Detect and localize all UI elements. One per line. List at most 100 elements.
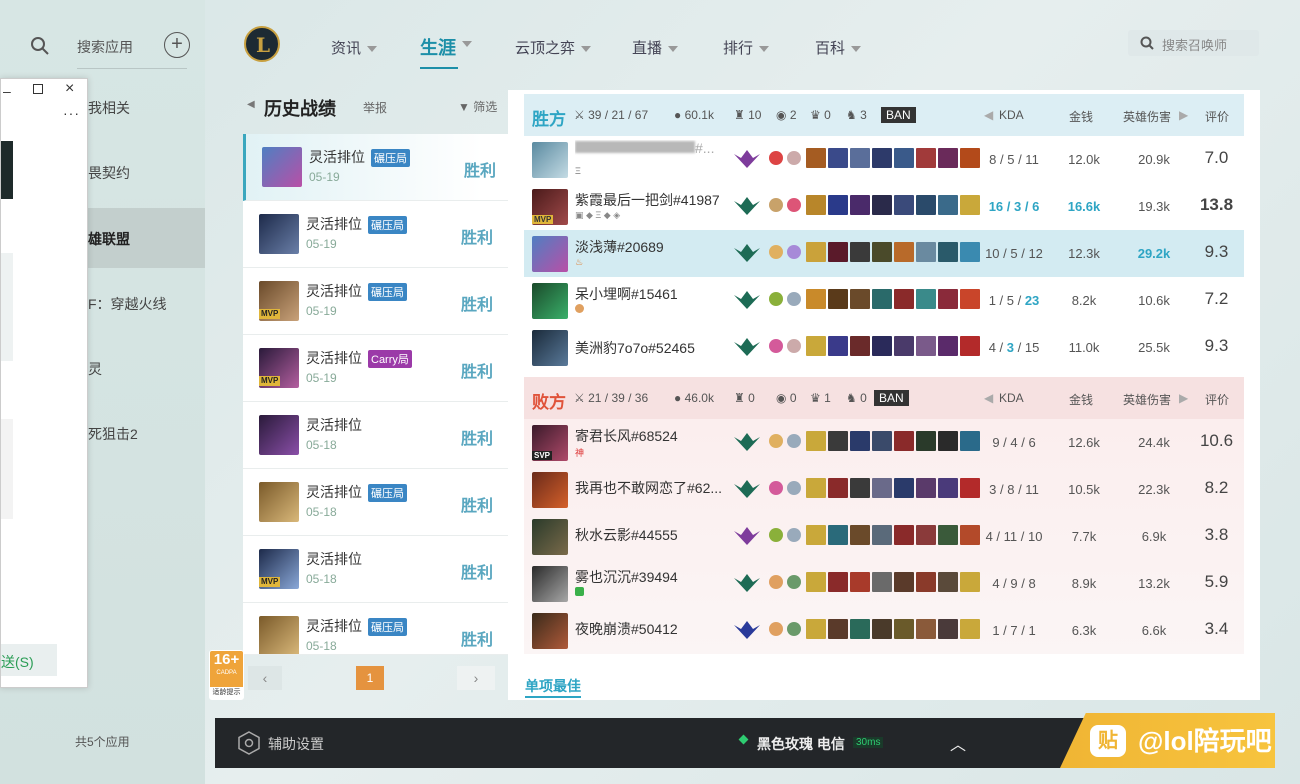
match-mode: 灵活排位 [306,551,362,567]
svp-badge: SVP [532,451,553,460]
champion-icon [532,613,568,649]
match-mode: 灵活排位 [306,618,362,634]
nav-live[interactable]: 直播 [632,37,679,58]
sidebar-item[interactable]: 畏契约 [88,163,130,183]
chat-message [1,419,13,519]
left-arrow-icon[interactable]: ◀ [984,108,993,122]
player-row[interactable]: 秋水云影#44555 4 / 11 / 10 7.7k 6.9k 3.8 [524,513,1244,560]
match-row[interactable]: MVP 灵活排位 碾压局 05-19 胜利 [243,268,508,335]
match-row[interactable]: 灵活排位 碾压局 05-18 胜利 [243,603,508,655]
rank-emblem-icon [732,336,762,358]
maximize-icon[interactable] [33,84,43,94]
player-gold: 11.0k [1068,340,1100,355]
match-row[interactable]: 灵活排位 碾压局 05-18 胜利 [243,469,508,536]
player-name[interactable]: 秋水云影#44555 [575,525,727,545]
player-row[interactable]: 我再也不敢网恋了#62... 3 / 8 / 11 10.5k 22.3k 8.… [524,466,1244,513]
nav-tft[interactable]: 云顶之弈 [515,37,592,58]
lol-logo-icon[interactable]: L [243,24,281,64]
player-name[interactable]: 紫霞最后一把剑#41987 [575,190,727,210]
player-row-self[interactable]: 淡浅薄#20689 ♨ 10 / 5 / 12 12.3k 29.2k 9.3 [524,230,1244,277]
ban-button[interactable]: BAN [874,390,909,406]
player-row[interactable]: 美洲豹7o7o#52465 4 / 3 / 15 11.0k 25.5k 9.3 [524,324,1244,371]
assist-settings-button[interactable]: 辅助设置 [268,734,324,754]
player-name[interactable]: 淡浅薄#20689 [575,237,727,257]
player-score: 7.0 [1204,148,1229,167]
player-damage: 6.9k [1141,529,1167,544]
best-stats-tab[interactable]: 单项最佳 [525,676,581,696]
close-icon[interactable]: × [65,80,74,98]
kda-header: KDA [999,391,1024,405]
summoner-search-input[interactable]: 搜索召唤师 [1128,30,1259,56]
player-name[interactable]: 寄君长风#68524 [575,426,727,446]
prev-page-button[interactable]: ‹ [248,666,282,690]
runes [769,481,805,500]
champion-icon [532,566,568,602]
divider [77,68,187,69]
page-number[interactable]: 1 [356,666,384,690]
player-gold: 12.6k [1068,435,1100,450]
match-row[interactable]: MVP 灵活排位 Carry局 05-19 胜利 [243,335,508,402]
match-row[interactable]: 灵活排位 碾压局 05-19 胜利 [243,201,508,268]
send-button[interactable]: 送(S) [1,644,57,676]
match-date: 05-18 [306,438,337,452]
runes [769,151,805,170]
right-arrow-icon[interactable]: ▶ [1179,391,1188,405]
player-kda: 4 / 3 / 15 [988,340,1040,355]
rank-emblem-icon [732,619,762,641]
nav-rank[interactable]: 排行 [723,37,770,58]
nav-career[interactable]: 生涯 [420,34,472,60]
right-arrow-icon[interactable]: ▶ [1179,108,1188,122]
match-tag: 碾压局 [368,618,407,636]
player-score: 3.8 [1204,525,1229,544]
team-dragon: ♞ 3 [846,108,867,122]
server-name[interactable]: 黑色玫瑰 电信 [757,734,845,754]
runes [769,575,805,594]
chevron-up-icon[interactable]: ︿ [950,731,966,755]
sidebar-item-active[interactable]: 雄联盟 [88,229,130,249]
sidebar-item[interactable]: F：穿越火线 [88,294,167,314]
match-row[interactable]: 灵活排位 碾压局 05-19 胜利 [243,134,508,201]
player-row[interactable]: 夜晚崩溃#50412 1 / 7 / 1 6.3k 6.6k 3.4 [524,607,1244,654]
match-date: 05-19 [309,170,340,184]
player-name[interactable]: 夜晚崩溃#50412 [575,619,727,639]
match-row[interactable]: 灵活排位 05-18 胜利 [243,402,508,469]
player-kda: 8 / 5 / 11 [989,152,1039,167]
next-page-button[interactable]: › [457,666,495,690]
sidebar-item[interactable]: 灵 [88,359,102,379]
player-name[interactable]: 雾也沉沉#39494 [575,567,727,587]
start-button[interactable]: 贴 @lol陪玩吧 [1060,713,1275,768]
match-row[interactable]: MVP 灵活排位 05-18 胜利 [243,536,508,603]
more-icon[interactable]: ··· [63,105,80,121]
player-row[interactable]: 雾也沉沉#39494 4 / 9 / 8 8.9k 13.2k 5.9 [524,560,1244,607]
nav-news[interactable]: 资讯 [331,37,378,58]
player-name[interactable]: #... [575,140,727,156]
chat-thumbnail [1,141,13,199]
player-damage: 24.4k [1138,435,1170,450]
match-mode: 灵活排位 [306,350,362,366]
player-row[interactable]: #... Ξ 8 / 5 / 11 12.0k 20.9k 7.0 [524,136,1244,183]
player-row[interactable]: MVP 紫霞最后一把剑#41987 ▣ ◆ Ξ ◆ ◈ 16 / 3 / 6 1… [524,183,1244,230]
player-score: 5.9 [1204,572,1229,591]
add-app-icon[interactable]: + [164,32,190,58]
settings-icon[interactable] [237,731,261,755]
left-arrow-icon[interactable]: ◀ [984,391,993,405]
ban-button[interactable]: BAN [881,107,916,123]
nav-wiki[interactable]: 百科 [815,37,862,58]
server-status-icon [738,734,749,745]
app-search-input[interactable]: 搜索应用 [77,37,133,57]
search-icon[interactable] [30,36,50,56]
team-baron: ♛ 0 [810,108,831,122]
match-date: 05-19 [306,371,337,385]
sidebar-item[interactable]: 死狙击2 [88,424,138,444]
win-team-header: 胜方 ⚔ 39 / 21 / 67 ● 60.1k ♜ 10 ◉ 2 ♛ 0 ♞… [524,94,1244,136]
player-name[interactable]: 美洲豹7o7o#52465 [575,338,727,358]
sidebar-item[interactable]: 我相关 [88,98,130,118]
player-gold: 12.0k [1068,152,1100,167]
player-row[interactable]: 呆小埋啊#15461 1 / 5 / 23 8.2k 10.6k 7.2 [524,277,1244,324]
minimize-icon[interactable]: – [3,83,11,99]
player-name[interactable]: 呆小埋啊#15461 [575,284,727,304]
player-name[interactable]: 我再也不敢网恋了#62... [575,478,727,498]
player-row[interactable]: SVP 寄君长风#68524 神 9 / 4 / 6 12.6k 24.4k 1… [524,419,1244,466]
player-damage: 19.3k [1138,199,1170,214]
match-date: 05-19 [306,304,337,318]
